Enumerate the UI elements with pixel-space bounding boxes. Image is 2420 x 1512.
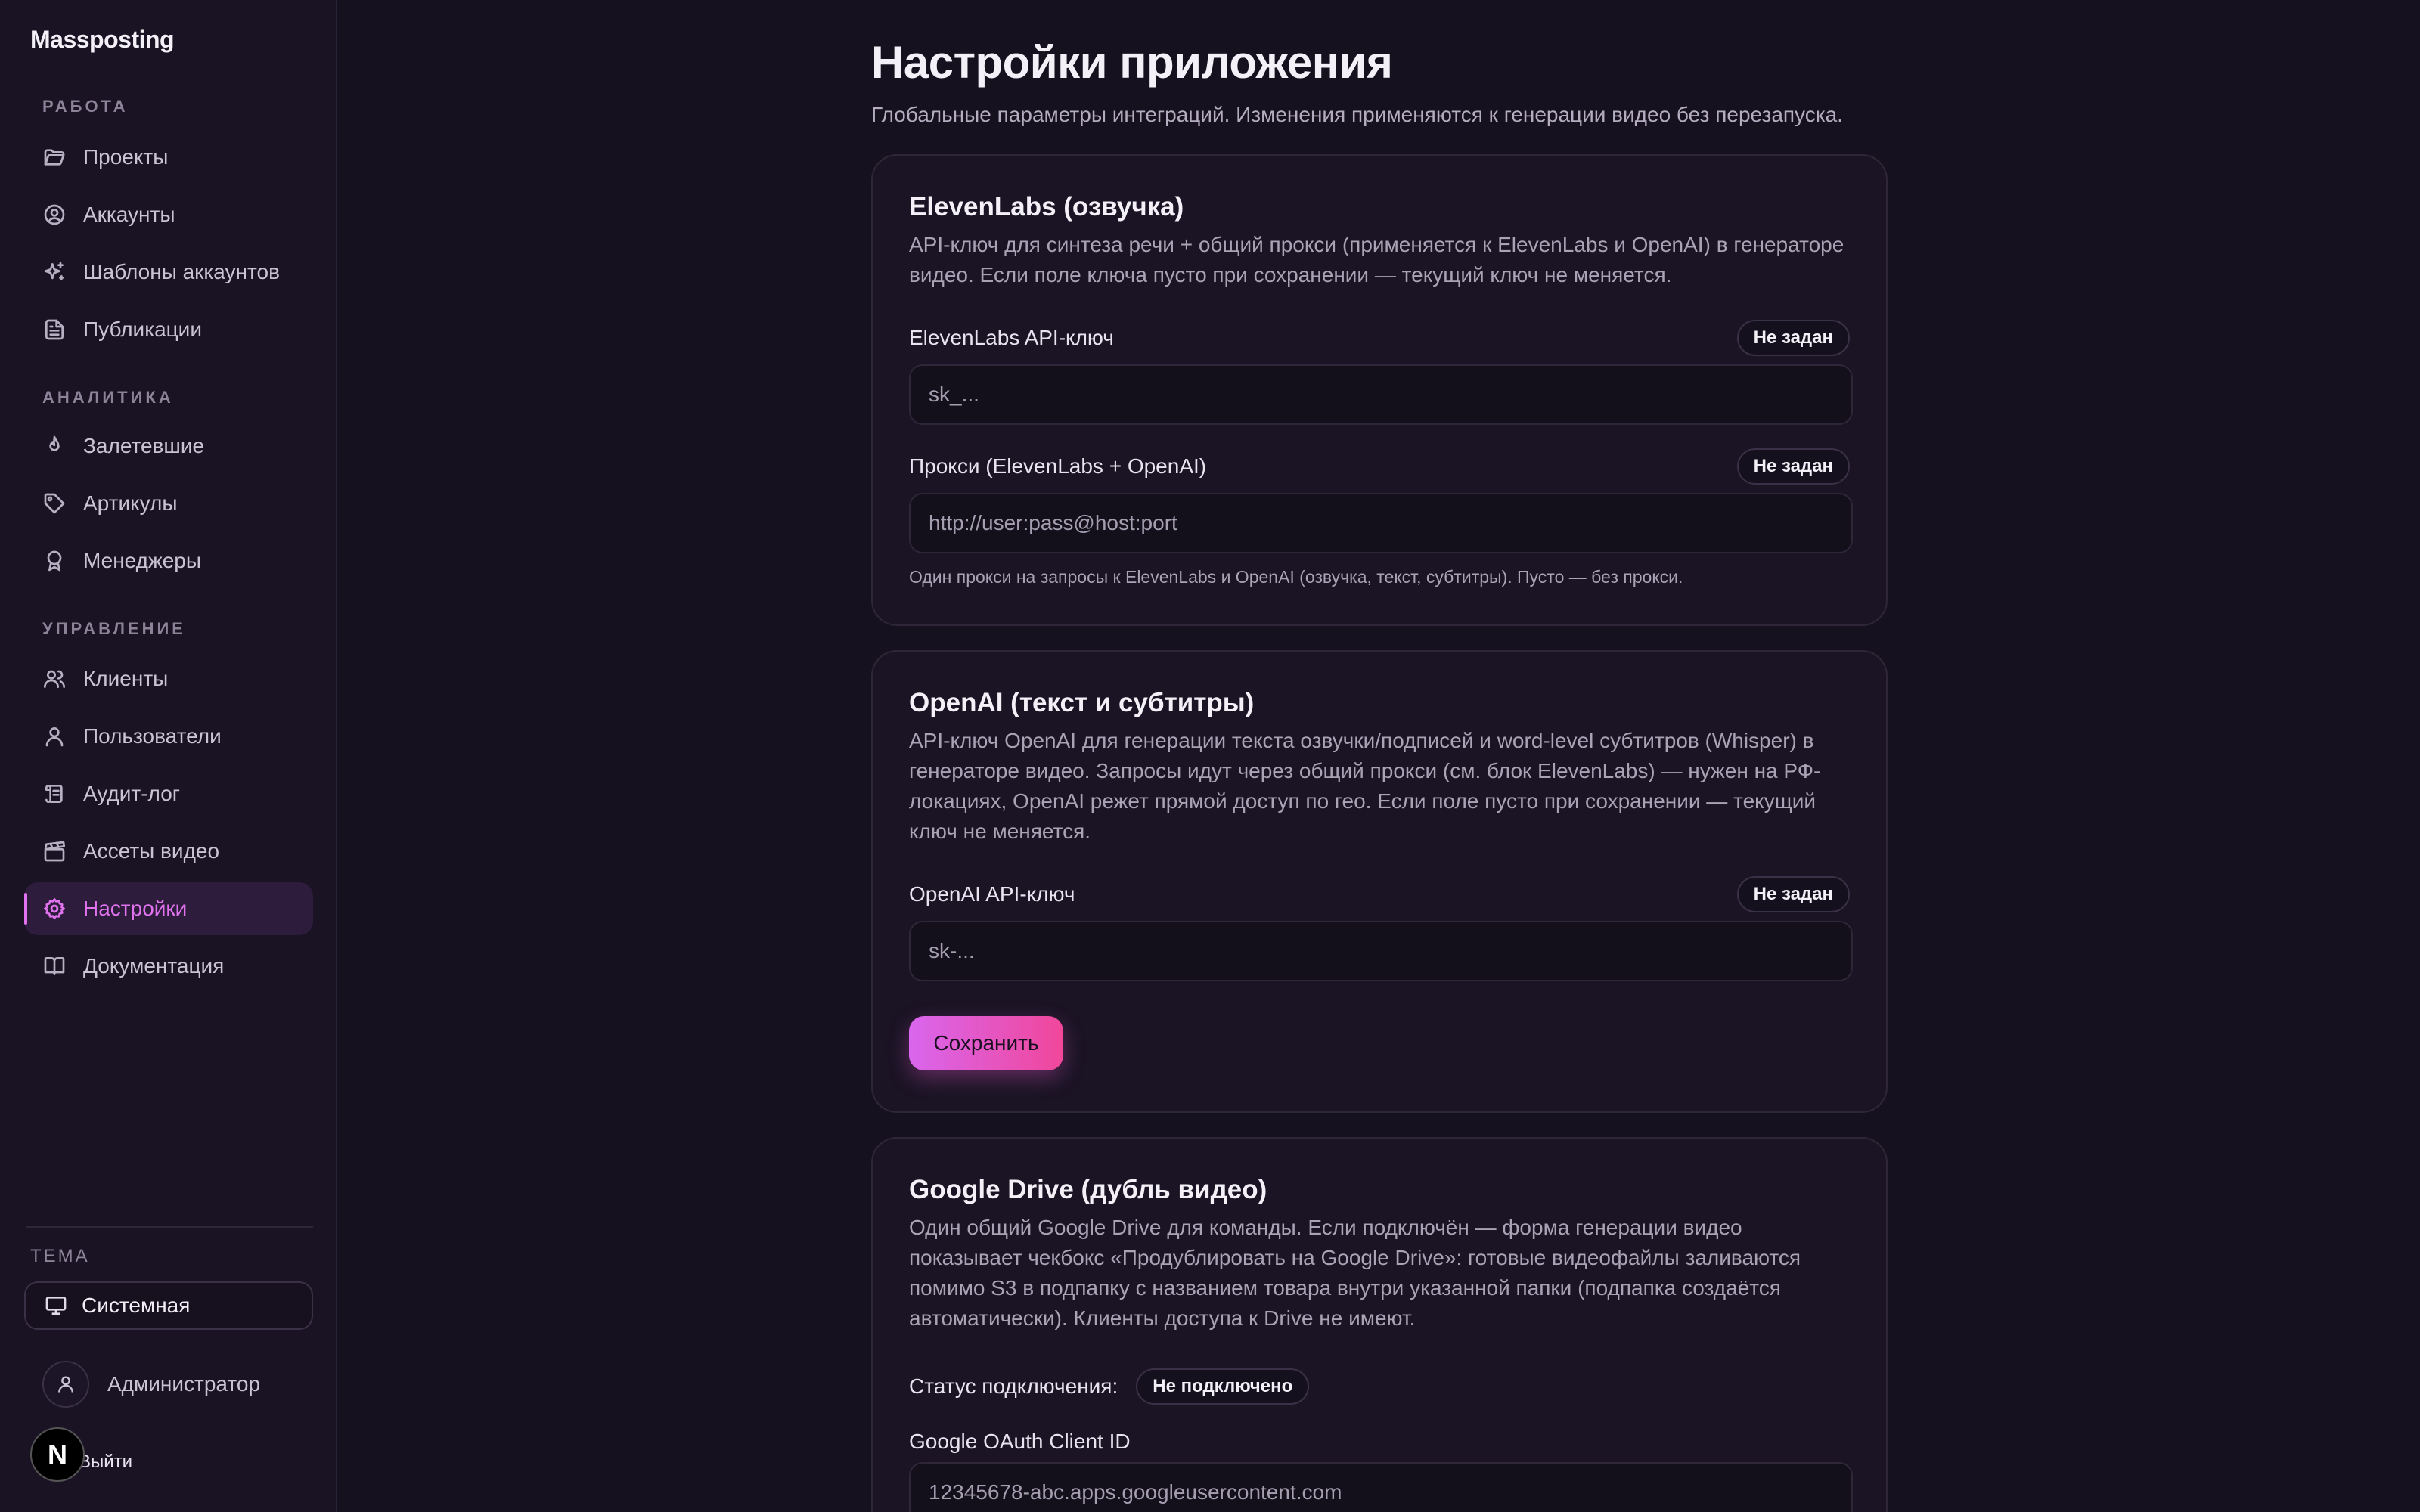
card-description: Один общий Google Drive для команды. Есл…: [909, 1216, 1801, 1330]
card-title: Google Drive (дубль видео): [909, 1175, 1267, 1204]
field-head: ElevenLabs API-ключ Не задан: [909, 320, 1850, 356]
card-title: OpenAI (текст и субтитры): [909, 688, 1255, 717]
field-head: Прокси (ElevenLabs + OpenAI) Не задан: [909, 448, 1850, 485]
scroll-icon: [42, 782, 67, 806]
sidebar-item-managers[interactable]: Менеджеры: [24, 534, 313, 587]
monitor-icon: [45, 1297, 67, 1315]
sidebar-item-label: Документация: [83, 954, 225, 978]
user-circle-icon: [42, 203, 67, 227]
avatar: [42, 1361, 89, 1408]
sidebar-item-account-templates[interactable]: Шаблоны аккаунтов: [24, 246, 313, 299]
sidebar-item-articles[interactable]: Артикулы: [24, 477, 313, 530]
sidebar-item-video-assets[interactable]: Ассеты видео: [24, 825, 313, 878]
sidebar-item-settings[interactable]: Настройки: [24, 882, 313, 935]
flame-icon: [42, 434, 67, 458]
user-icon: [42, 724, 67, 748]
app-root: Massposting РАБОТА Проекты Аккаунты Шабл…: [0, 0, 2420, 1512]
card-title: ElevenLabs (озвучка): [909, 192, 1184, 222]
sidebar-item-label: Настройки: [83, 897, 188, 920]
proxy-input[interactable]: [909, 493, 1853, 553]
field-head: OpenAI API-ключ Не задан: [909, 876, 1850, 912]
proxy-label: Прокси (ElevenLabs + OpenAI): [909, 454, 1207, 478]
sidebar-item-label: Аккаунты: [83, 203, 175, 226]
card-description: API-ключ OpenAI для генерации текста озв…: [909, 729, 1821, 843]
theme-value: Системная: [82, 1294, 191, 1317]
sidebar-item-label: Публикации: [83, 318, 202, 341]
book-icon: [42, 954, 67, 978]
sidebar-item-label: Шаблоны аккаунтов: [83, 260, 280, 284]
card-elevenlabs: ElevenLabs (озвучка) API-ключ для синтез…: [871, 154, 1888, 626]
sidebar-item-label: Менеджеры: [83, 549, 201, 572]
sidebar-item-audit-log[interactable]: Аудит-лог: [24, 767, 313, 820]
sidebar: Massposting РАБОТА Проекты Аккаунты Шабл…: [0, 0, 337, 1512]
status-badge: Не подключено: [1136, 1368, 1310, 1405]
devtools-badge[interactable]: N: [30, 1427, 85, 1482]
sidebar-item-projects[interactable]: Проекты: [24, 131, 313, 184]
award-icon: [42, 549, 67, 573]
card-openai: OpenAI (текст и субтитры) API-ключ OpenA…: [871, 650, 1888, 1113]
sidebar-divider: [26, 1226, 313, 1228]
sidebar-item-clients[interactable]: Клиенты: [24, 652, 313, 705]
user-name: Администратор: [107, 1372, 261, 1396]
openai-key-input[interactable]: [909, 921, 1853, 981]
status-badge: Не задан: [1736, 876, 1850, 912]
connection-status-label: Статус подключения:: [909, 1374, 1118, 1398]
brand-logo[interactable]: Massposting: [30, 26, 175, 54]
proxy-hint: Один прокси на запросы к ElevenLabs и Op…: [909, 567, 1683, 587]
sidebar-item-label: Аудит-лог: [83, 782, 180, 805]
document-icon: [42, 318, 67, 342]
sidebar-item-label: Артикулы: [83, 491, 178, 515]
connection-status-row: Статус подключения: Не подключено: [909, 1368, 1850, 1405]
tag-icon: [42, 491, 67, 516]
elevenlabs-key-label: ElevenLabs API-ключ: [909, 326, 1114, 349]
page-title: Настройки приложения: [871, 37, 1393, 88]
user-icon: [58, 1376, 73, 1393]
main-content: Настройки приложения Глобальные параметр…: [337, 0, 2420, 1512]
openai-key-label: OpenAI API-ключ: [909, 882, 1075, 906]
section-label-work: РАБОТА: [42, 97, 129, 116]
elevenlabs-key-input[interactable]: [909, 364, 1853, 425]
sidebar-item-label: Клиенты: [83, 667, 169, 690]
section-label-analytics: АНАЛИТИКА: [42, 388, 174, 407]
page-subtitle: Глобальные параметры интеграций. Изменен…: [871, 103, 1843, 126]
users-icon: [42, 667, 67, 691]
section-label-management: УПРАВЛЕНИЕ: [42, 619, 186, 638]
clapperboard-icon: [42, 839, 67, 863]
sidebar-item-trending[interactable]: Залетевшие: [24, 420, 313, 472]
logout-button[interactable]: Выйти: [79, 1452, 132, 1473]
client-id-input[interactable]: [909, 1462, 1853, 1512]
sidebar-item-label: Пользователи: [83, 724, 222, 748]
sparkles-icon: [42, 260, 67, 284]
sidebar-item-label: Проекты: [83, 145, 169, 169]
sidebar-item-publications[interactable]: Публикации: [24, 303, 313, 356]
card-description: API-ключ для синтеза речи + общий прокси…: [909, 233, 1844, 287]
theme-select[interactable]: Системная: [24, 1281, 313, 1330]
save-button[interactable]: Сохранить: [909, 1016, 1063, 1070]
sidebar-item-label: Ассеты видео: [83, 839, 220, 863]
gear-icon: [42, 897, 67, 921]
user-row[interactable]: Администратор: [42, 1361, 260, 1408]
sidebar-item-users[interactable]: Пользователи: [24, 710, 313, 763]
card-google-drive: Google Drive (дубль видео) Один общий Go…: [871, 1137, 1888, 1512]
sidebar-item-documentation[interactable]: Документация: [24, 940, 313, 993]
status-badge: Не задан: [1736, 320, 1850, 356]
status-badge: Не задан: [1736, 448, 1850, 485]
folder-icon: [42, 145, 67, 169]
client-id-label: Google OAuth Client ID: [909, 1430, 1131, 1453]
sidebar-item-accounts[interactable]: Аккаунты: [24, 188, 313, 241]
theme-label: ТЕМА: [30, 1246, 90, 1266]
field-head: Google OAuth Client ID: [909, 1424, 1850, 1459]
sidebar-item-label: Залетевшие: [83, 434, 205, 457]
